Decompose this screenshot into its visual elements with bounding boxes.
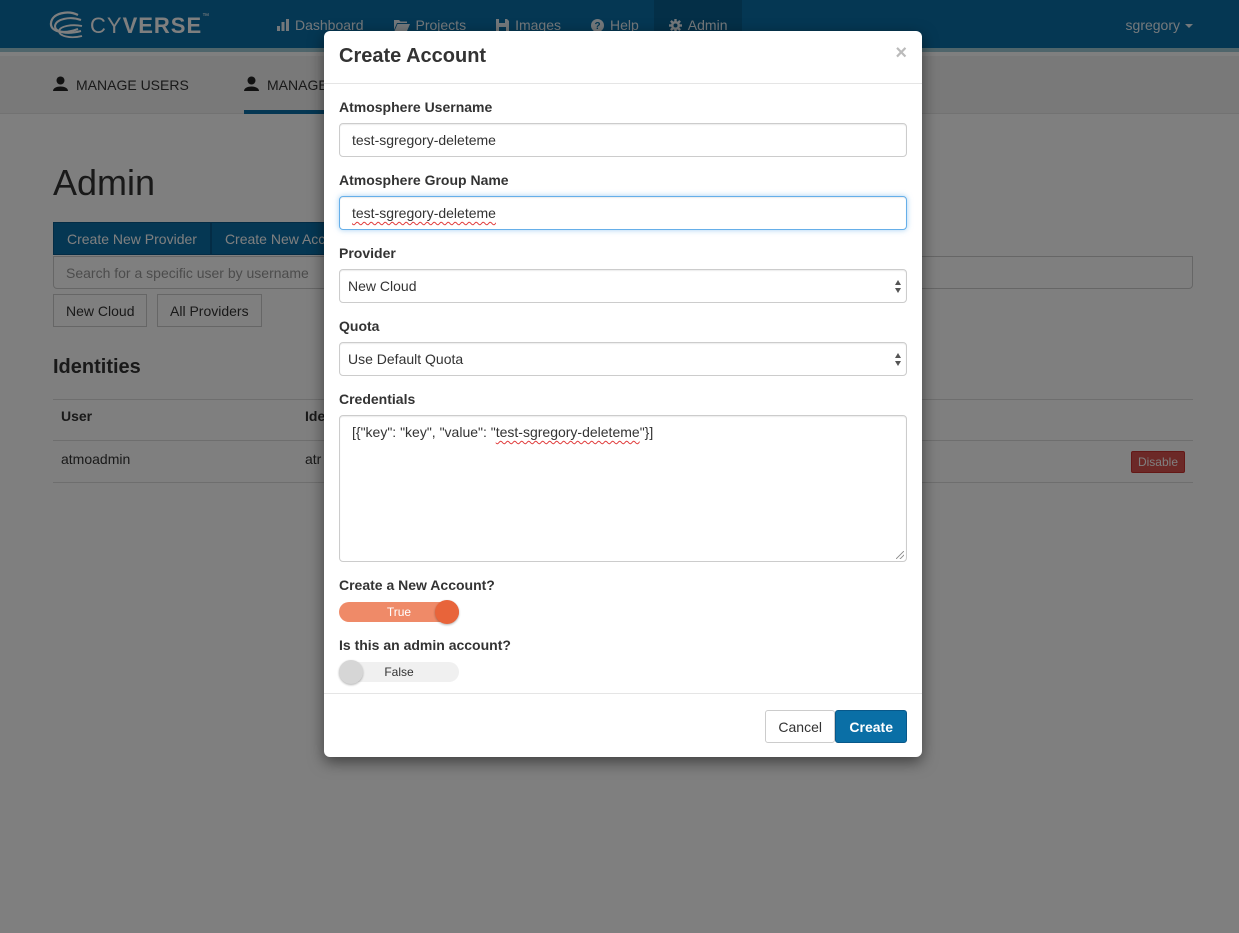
admin-account-label: Is this an admin account? (339, 637, 511, 653)
cancel-button[interactable]: Cancel (765, 710, 835, 743)
provider-label: Provider (339, 245, 396, 261)
quota-select[interactable]: Use Default Quota (339, 342, 907, 376)
resize-handle-icon[interactable] (896, 551, 904, 559)
credentials-textarea[interactable]: [{"key": "key", "value": "test-sgregory-… (339, 415, 907, 562)
modal-header: Create Account × (324, 31, 922, 84)
provider-selected-value: New Cloud (348, 278, 417, 294)
username-input[interactable]: test-sgregory-deleteme (339, 123, 907, 157)
select-arrows-icon (894, 353, 902, 367)
close-icon[interactable]: × (895, 43, 907, 63)
new-account-toggle-state: True (386, 605, 412, 619)
username-label: Atmosphere Username (339, 99, 493, 115)
admin-account-toggle-state: False (384, 665, 414, 679)
credentials-text-value: test-sgregory-deleteme (495, 424, 640, 440)
provider-select[interactable]: New Cloud (339, 269, 907, 303)
toggle-knob (435, 600, 459, 624)
quota-selected-value: Use Default Quota (348, 351, 464, 367)
new-account-toggle[interactable]: True (339, 600, 459, 624)
credentials-label: Credentials (339, 391, 416, 407)
quota-label: Quota (339, 318, 380, 334)
group-name-value: test-sgregory-deleteme (352, 205, 496, 221)
modal-footer: Cancel Create (324, 693, 922, 757)
modal-title: Create Account (339, 45, 487, 67)
credentials-text-prefix: [{"key": "key", "value": " (352, 424, 496, 440)
create-account-modal: Create Account × Atmosphere Username tes… (324, 31, 922, 757)
select-arrows-icon (894, 280, 902, 294)
admin-account-toggle[interactable]: False (339, 660, 459, 684)
create-button[interactable]: Create (835, 710, 907, 743)
group-name-input[interactable]: test-sgregory-deleteme (339, 196, 907, 230)
toggle-knob (339, 660, 363, 684)
new-account-label: Create a New Account? (339, 577, 495, 593)
group-name-label: Atmosphere Group Name (339, 172, 509, 188)
credentials-text-suffix: "}] (639, 424, 654, 440)
